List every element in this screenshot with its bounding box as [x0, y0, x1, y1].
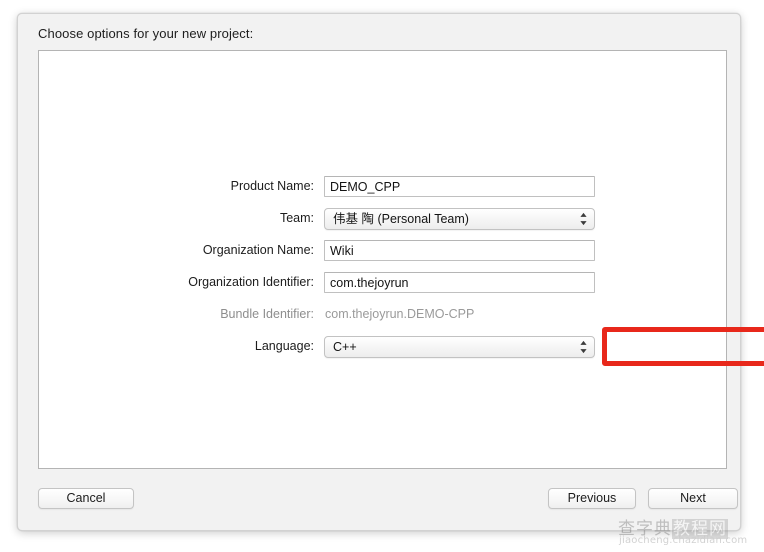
team-label: Team:: [280, 211, 314, 225]
organization-identifier-input[interactable]: [324, 272, 595, 293]
watermark: 查字典教程网 jiaocheng.chazidian.com: [618, 514, 760, 550]
language-popup-button[interactable]: C++: [324, 336, 595, 358]
product-name-input[interactable]: [324, 176, 595, 197]
language-field-wrap: C++: [324, 336, 595, 358]
new-project-options-dialog: Choose options for your new project: Pro…: [17, 13, 741, 531]
language-highlight-annotation: [602, 327, 764, 366]
organization-name-field-wrap: [324, 240, 595, 261]
organization-identifier-field-wrap: [324, 272, 595, 293]
previous-button[interactable]: Previous: [548, 488, 636, 509]
language-selected-value: C++: [333, 337, 357, 357]
form-row-language: Language: C++: [39, 336, 726, 357]
options-content-panel: Product Name: Team: 伟基 陶 (Personal Team): [38, 50, 727, 469]
team-field-wrap: 伟基 陶 (Personal Team): [324, 208, 595, 230]
organization-name-input[interactable]: [324, 240, 595, 261]
chevron-updown-icon: [579, 340, 588, 355]
chevron-updown-icon: [579, 212, 588, 227]
watermark-url: jiaocheng.chazidian.com: [619, 535, 747, 546]
next-button[interactable]: Next: [648, 488, 738, 509]
bundle-identifier-value: com.thejoyrun.DEMO-CPP: [324, 304, 595, 325]
form-row-bundle-identifier: Bundle Identifier: com.thejoyrun.DEMO-CP…: [39, 304, 726, 325]
language-label: Language:: [255, 339, 314, 353]
form-row-organization-identifier: Organization Identifier:: [39, 272, 726, 293]
dialog-title: Choose options for your new project:: [38, 26, 253, 41]
organization-name-label: Organization Name:: [203, 243, 314, 257]
team-selected-value: 伟基 陶 (Personal Team): [333, 209, 469, 229]
organization-identifier-label: Organization Identifier:: [188, 275, 314, 289]
form-row-product-name: Product Name:: [39, 176, 726, 197]
bundle-identifier-label: Bundle Identifier:: [220, 307, 314, 321]
form-row-organization-name: Organization Name:: [39, 240, 726, 261]
product-name-field-wrap: [324, 176, 595, 197]
form-row-team: Team: 伟基 陶 (Personal Team): [39, 208, 726, 229]
bundle-identifier-value-wrap: com.thejoyrun.DEMO-CPP: [324, 304, 595, 325]
team-popup-button[interactable]: 伟基 陶 (Personal Team): [324, 208, 595, 230]
project-options-form: Product Name: Team: 伟基 陶 (Personal Team): [39, 176, 726, 368]
product-name-label: Product Name:: [231, 179, 314, 193]
cancel-button[interactable]: Cancel: [38, 488, 134, 509]
